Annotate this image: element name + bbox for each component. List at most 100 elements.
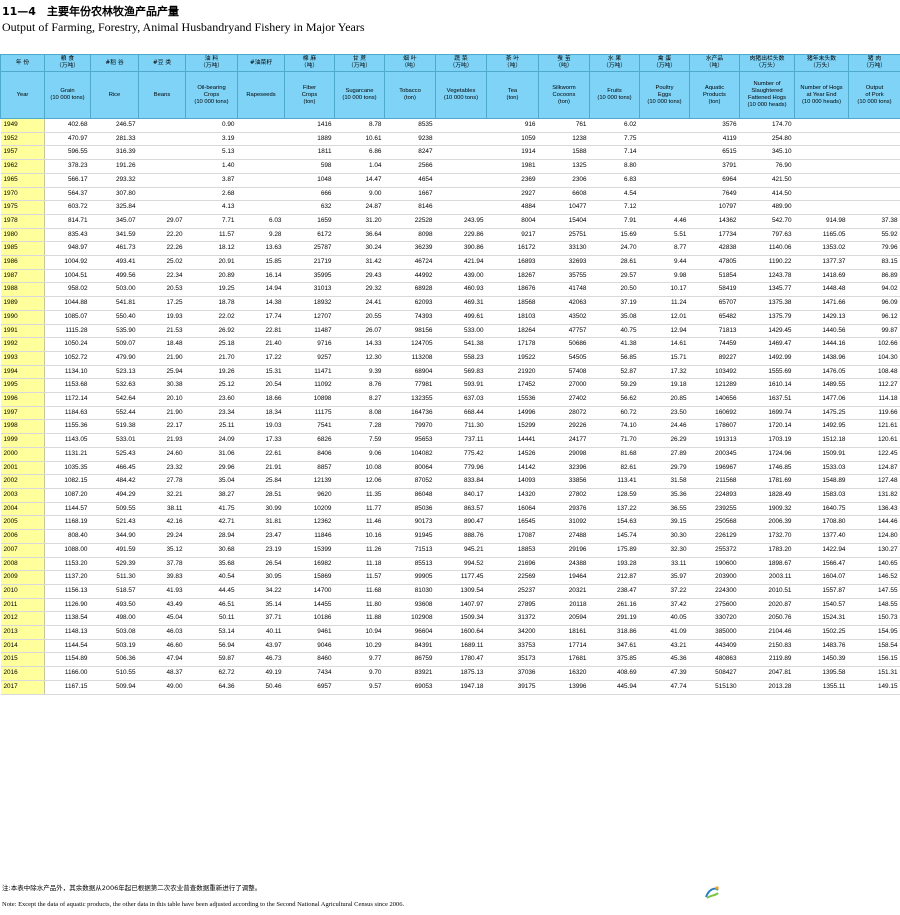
- value-cell: 14.94: [237, 282, 285, 298]
- value-cell: 10.61: [334, 132, 385, 147]
- value-cell: 503.19: [90, 639, 139, 654]
- table-row: 2005 1168.19 521.43 42.16 42.71 31.81 12362 11.…: [0, 515, 900, 531]
- value-cell: 523.13: [90, 365, 139, 380]
- table-row: 1978 814.71 345.07 29.07 7.71 6.03 1659 31.20 22…: [0, 214, 900, 229]
- value-cell: 1440.56: [794, 324, 849, 339]
- value-cell: 23.50: [639, 406, 690, 421]
- value-cell: [639, 118, 690, 133]
- value-cell: 994.52: [435, 557, 487, 572]
- cn-header-4: 油 料（万吨）: [185, 54, 238, 72]
- value-cell: 59.29: [589, 378, 640, 394]
- value-cell: 1190.22: [739, 255, 795, 270]
- value-cell: 1909.32: [739, 502, 795, 517]
- value-cell: 255372: [689, 543, 740, 558]
- value-cell: 56.62: [589, 392, 640, 407]
- value-cell: 9.70: [334, 666, 385, 681]
- output-table: 年 份粮 食（万吨） #稻 谷 #豆 类油 料（万吨） #油菜籽棉 麻（吨）甘 蔗（万…: [0, 54, 900, 695]
- footnote-en: Note: Except the data of aquatic product…: [2, 901, 405, 908]
- value-cell: 47.74: [639, 680, 690, 695]
- en-header-0: Year: [0, 71, 45, 119]
- value-cell: 25.84: [237, 474, 285, 489]
- value-cell: 1438.96: [794, 351, 849, 366]
- value-cell: 15.69: [589, 228, 640, 243]
- value-cell: 35.97: [639, 570, 690, 585]
- value-cell: 2566: [384, 159, 436, 174]
- en-header-13: Poultry Eggs (10 000 tons): [639, 71, 690, 119]
- value-cell: 58419: [689, 282, 740, 298]
- value-cell: 1148.13: [44, 625, 91, 640]
- value-cell: 508427: [689, 666, 740, 681]
- value-cell: 421.94: [435, 255, 487, 270]
- value-cell: [435, 132, 487, 147]
- value-cell: 30.99: [237, 502, 285, 517]
- cn-header-14: 水产品 （吨）: [689, 54, 740, 72]
- value-cell: 21719: [284, 255, 335, 270]
- value-cell: 316.39: [90, 145, 139, 161]
- value-cell: 86.89: [848, 269, 900, 284]
- value-cell: 83.15: [848, 255, 900, 270]
- en-header-6: Fiber Crops (ton): [284, 71, 335, 119]
- value-cell: 1708.80: [794, 515, 849, 531]
- value-cell: 307.80: [90, 187, 139, 202]
- value-cell: 62.72: [185, 666, 238, 681]
- value-cell: 443409: [689, 639, 740, 654]
- value-cell: 22.26: [138, 241, 186, 257]
- value-cell: 30.68: [185, 543, 238, 558]
- value-cell: 1.40: [185, 159, 238, 174]
- value-cell: 37.42: [639, 598, 690, 613]
- value-cell: 375.85: [589, 652, 640, 668]
- value-cell: 24.60: [138, 447, 186, 462]
- value-cell: 541.81: [90, 296, 139, 311]
- value-cell: 445.94: [589, 680, 640, 695]
- value-cell: 96.12: [848, 310, 900, 325]
- value-cell: 250568: [689, 515, 740, 531]
- value-cell: 140656: [689, 392, 740, 407]
- en-header-9: Vegetables (10 000 tons): [435, 71, 487, 119]
- value-cell: 120.61: [848, 433, 900, 448]
- value-cell: 20.50: [589, 282, 640, 298]
- value-cell: 330720: [689, 611, 740, 627]
- value-cell: 17178: [486, 337, 539, 352]
- footnote-cn: 注:本表中除水产品外，其余数据从2006年起已根据第二次农业普查数据重新进行了调…: [2, 884, 262, 892]
- value-cell: 41.09: [639, 625, 690, 640]
- value-cell: 10.94: [334, 625, 385, 640]
- value-cell: 1168.19: [44, 515, 91, 531]
- value-cell: 1429.45: [739, 324, 795, 339]
- value-cell: 510.55: [90, 666, 139, 681]
- value-cell: 7.59: [334, 433, 385, 448]
- value-cell: 45.04: [138, 611, 186, 627]
- value-cell: 46.51: [185, 598, 238, 613]
- value-cell: 33130: [538, 241, 590, 257]
- value-cell: 9620: [284, 488, 335, 503]
- value-cell: 385000: [689, 625, 740, 640]
- value-cell: 42.71: [185, 515, 238, 531]
- value-cell: 83921: [384, 666, 436, 681]
- value-cell: 80064: [384, 461, 436, 476]
- value-cell: [237, 132, 285, 147]
- value-cell: [435, 159, 487, 174]
- value-cell: 21.93: [138, 433, 186, 448]
- cn-header-11: 蚕 茧（吨）: [538, 54, 590, 72]
- value-cell: 35.14: [237, 598, 285, 613]
- cn-header-6: 棉 麻（吨）: [284, 54, 335, 72]
- value-cell: 484.42: [90, 474, 139, 489]
- value-cell: [794, 159, 849, 174]
- value-cell: 24.09: [185, 433, 238, 448]
- value-cell: 1004.51: [44, 269, 91, 284]
- value-cell: 25.94: [138, 365, 186, 380]
- value-cell: 1140.06: [739, 241, 795, 257]
- value-cell: 6.02: [589, 118, 640, 133]
- value-cell: 21.70: [185, 351, 238, 366]
- value-cell: 10.29: [334, 639, 385, 654]
- table-row: 2007 1088.00 491.59 35.12 30.68 23.19 15399 11.…: [0, 543, 900, 558]
- value-cell: 113.41: [589, 474, 640, 489]
- year-cell: 1962: [0, 159, 45, 174]
- table-row: 1987 1004.51 499.56 22.34 20.89 16.14 35995 29.…: [0, 269, 900, 284]
- value-cell: 224893: [689, 488, 740, 503]
- value-cell: 7541: [284, 419, 335, 435]
- value-cell: 103492: [689, 365, 740, 380]
- value-cell: [794, 132, 849, 147]
- value-cell: [794, 118, 849, 133]
- value-cell: 6.86: [334, 145, 385, 161]
- value-cell: 53.14: [185, 625, 238, 640]
